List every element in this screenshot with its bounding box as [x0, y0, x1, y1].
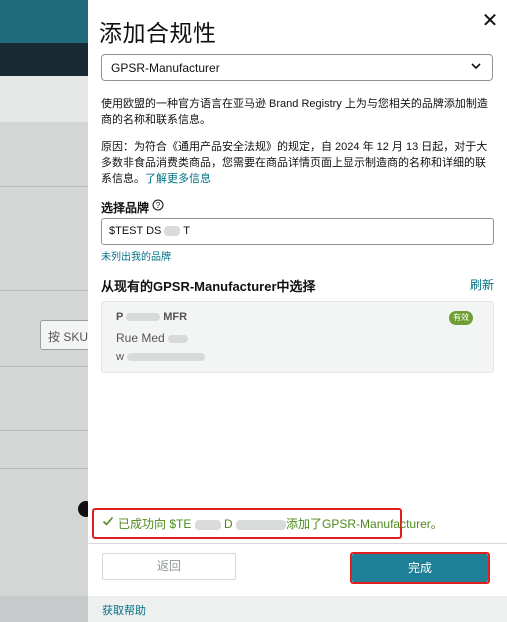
success-text-prefix: 已成功向 $TE	[118, 517, 192, 531]
success-text-suffix: 添加了GPSR-Manufacturer。	[286, 517, 443, 531]
brand-field-value: $TEST DS	[109, 225, 162, 237]
manufacturer-contact: w	[116, 351, 206, 363]
add-compliance-panel: 添加合规性 ✕ GPSR-Manufacturer 使用欧盟的一种官方语言在亚马…	[88, 0, 507, 622]
manufacturer-name-suffix: MFR	[163, 311, 188, 323]
success-text-mid: D	[224, 517, 233, 531]
chevron-down-icon	[471, 63, 481, 70]
panel-footer: 获取帮助	[88, 596, 507, 622]
background-search-input: 按 SKU、	[40, 320, 88, 350]
panel-title: 添加合规性	[99, 20, 217, 46]
learn-more-link[interactable]: 了解更多信息	[145, 173, 211, 185]
brand-field-value-tail: T	[183, 225, 191, 237]
get-help-link[interactable]: 获取帮助	[102, 602, 146, 618]
background-nav-bar	[0, 43, 88, 76]
panel-description: 使用欧盟的一种官方语言在亚马逊 Brand Registry 上为与您相关的品牌…	[101, 98, 488, 126]
redacted-text	[236, 519, 287, 530]
success-message: 已成功向 $TE D 添加了GPSR-Manufacturer。	[92, 508, 443, 539]
background-divider	[0, 290, 88, 291]
footer-divider	[88, 543, 507, 544]
brand-field[interactable]: $TEST DS T	[101, 218, 494, 245]
info-icon[interactable]: ?	[152, 199, 164, 211]
redacted-text	[126, 313, 161, 322]
brand-not-listed-link[interactable]: 未列出我的品牌	[101, 248, 171, 263]
redacted-text	[164, 226, 181, 237]
redacted-text	[168, 334, 189, 343]
background-divider	[0, 366, 88, 367]
status-badge: 有效	[449, 311, 473, 325]
manufacturer-name-prefix: P	[116, 311, 124, 323]
redacted-text	[194, 519, 221, 530]
refresh-link[interactable]: 刷新	[470, 276, 494, 293]
background-subheader	[0, 76, 88, 122]
select-brand-label: 选择品牌	[101, 201, 150, 215]
compliance-type-dropdown[interactable]: GPSR-Manufacturer	[101, 54, 493, 81]
svg-text:?: ?	[156, 201, 161, 210]
manufacturer-address-text: Rue Med	[116, 331, 165, 345]
back-button[interactable]: 返回	[102, 553, 236, 580]
background-header	[0, 0, 88, 43]
check-icon	[102, 516, 114, 526]
redacted-text	[127, 353, 206, 362]
manufacturer-name: P MFR	[116, 311, 187, 323]
existing-manufacturer-heading: 从现有的GPSR-Manufacturer中选择	[101, 279, 316, 294]
background-divider	[0, 468, 88, 469]
background-page: 按 SKU、	[0, 0, 88, 622]
dropdown-value: GPSR-Manufacturer	[111, 61, 220, 75]
reason-text: 原因：为符合《通用产品安全法规》的规定，自 2024 年 12 月 13 日起，…	[101, 139, 496, 187]
background-dot-icon	[78, 501, 88, 517]
background-divider	[0, 430, 88, 431]
close-icon[interactable]: ✕	[480, 8, 500, 32]
background-divider	[0, 186, 88, 187]
manufacturer-address: Rue Med	[116, 331, 189, 345]
background-footer-strip	[0, 596, 88, 622]
done-button[interactable]: 完成	[352, 554, 488, 582]
manufacturer-card[interactable]: P MFR Rue Med w 有效	[101, 301, 494, 373]
manufacturer-contact-prefix: w	[116, 351, 124, 363]
